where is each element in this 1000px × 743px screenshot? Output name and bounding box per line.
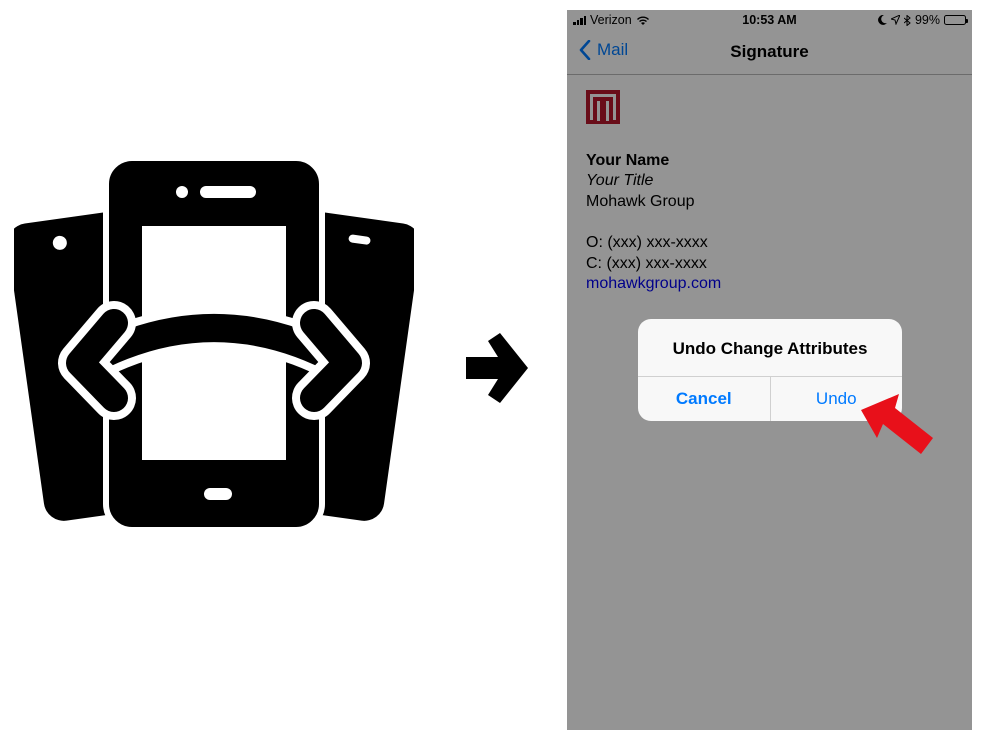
pointer-arrow-icon	[861, 394, 933, 454]
cancel-button[interactable]: Cancel	[638, 377, 771, 421]
shake-phone-icon	[14, 158, 414, 530]
phone-screen: Verizon 10:53 AM 99% Mail Signature Your…	[567, 10, 972, 730]
arrow-right-icon	[466, 333, 528, 403]
alert-title: Undo Change Attributes	[672, 339, 868, 358]
